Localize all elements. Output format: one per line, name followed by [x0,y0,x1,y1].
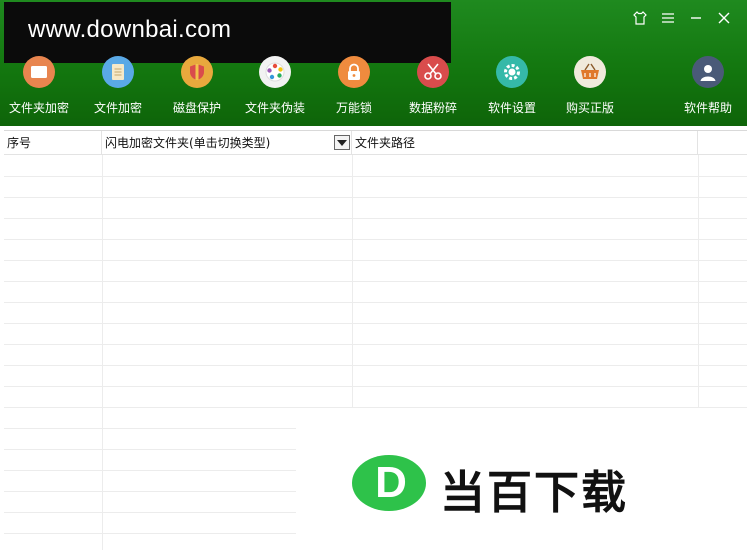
toolbar-label: 文件夹加密 [8,101,69,115]
data-shred-button[interactable]: 数据粉碎 [391,56,475,118]
column-divider [352,155,353,411]
universal-lock-button[interactable]: 万能锁 [312,56,396,118]
watermark-banner: www.downbai.com [4,2,451,63]
column-header-encrypted-folder[interactable]: 闪电加密文件夹(单击切换类型) [102,131,352,155]
document-icon [102,56,134,88]
shield-icon [181,56,213,88]
watermark-logo: D 当百下载 [296,408,747,550]
folder-encrypt-button[interactable]: 文件夹加密 [0,56,81,118]
lock-icon [338,56,370,88]
table-row [4,176,747,177]
palette-icon [259,56,291,88]
window-controls [631,10,733,28]
toolbar-label: 数据粉碎 [408,101,457,115]
table-row [4,302,747,303]
table-row [4,386,747,387]
close-icon[interactable] [715,10,733,28]
table-row [4,323,747,324]
settings-button[interactable]: 软件设置 [470,56,554,118]
table-row [4,218,747,219]
column-divider [698,155,699,411]
folder-disguise-button[interactable]: 文件夹伪装 [233,56,317,118]
menu-icon[interactable] [659,10,677,28]
user-icon [692,56,724,88]
scissors-icon [417,56,449,88]
logo-badge: D [352,455,426,511]
app-header: www.downbai.com 文件夹加密 文件加密 磁盘保护 文件夹伪装 万能… [0,0,747,126]
minimize-icon[interactable] [687,10,705,28]
table-row [4,197,747,198]
table-row [4,281,747,282]
logo-badge-letter: D [375,458,407,507]
toolbar-label: 购买正版 [565,101,614,115]
skin-icon[interactable] [631,10,649,28]
file-encrypt-button[interactable]: 文件加密 [76,56,160,118]
toolbar-label: 文件加密 [93,101,142,115]
type-toggle-dropdown[interactable] [334,135,350,150]
logo-text: 当百下载 [440,466,629,519]
toolbar-label: 万能锁 [335,101,372,115]
chevron-down-icon [337,139,347,146]
help-button[interactable]: 软件帮助 [666,56,747,118]
disk-protect-button[interactable]: 磁盘保护 [155,56,239,118]
gear-icon [496,56,528,88]
column-header-extra [698,131,747,155]
table-row [4,239,747,240]
table-header: 序号 闪电加密文件夹(单击切换类型) 文件夹路径 [4,131,747,155]
column-header-index[interactable]: 序号 [4,131,102,155]
table-row [4,365,747,366]
column-header-folder-path[interactable]: 文件夹路径 [352,131,698,155]
toolbar-label: 软件帮助 [683,101,732,115]
toolbar-label: 软件设置 [487,101,536,115]
buy-button[interactable]: 购买正版 [548,56,632,118]
basket-icon [574,56,606,88]
folder-icon [23,56,55,88]
toolbar-label: 文件夹伪装 [244,101,305,115]
table-row [4,344,747,345]
toolbar-label: 磁盘保护 [172,101,221,115]
table-row [4,260,747,261]
